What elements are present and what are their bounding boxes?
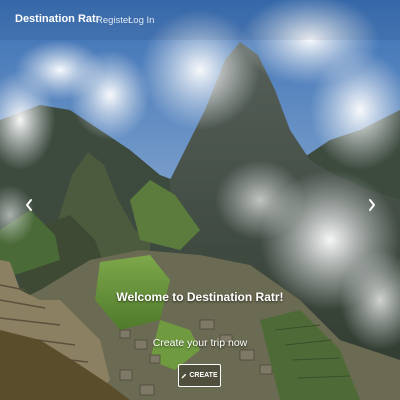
chevron-right-icon — [369, 199, 375, 211]
carousel-prev-button[interactable] — [22, 196, 36, 214]
carousel-next-button[interactable] — [365, 196, 379, 214]
chevron-left-icon — [26, 199, 32, 211]
hero-subtitle: Create your trip now — [152, 337, 248, 349]
brand-link[interactable]: Destination Ratr — [15, 13, 100, 25]
create-button[interactable]: CREATE — [178, 364, 221, 387]
register-link[interactable]: Register — [96, 15, 131, 26]
navbar: Destination Ratr Register Log In — [0, 0, 400, 40]
create-button-label: CREATE — [189, 372, 218, 379]
pencil-icon — [181, 373, 187, 378]
login-link[interactable]: Log In — [128, 15, 154, 26]
page: Destination Ratr Register Log In Welcome… — [0, 0, 400, 400]
hero-title: Welcome to Destination Ratr! — [116, 290, 284, 304]
